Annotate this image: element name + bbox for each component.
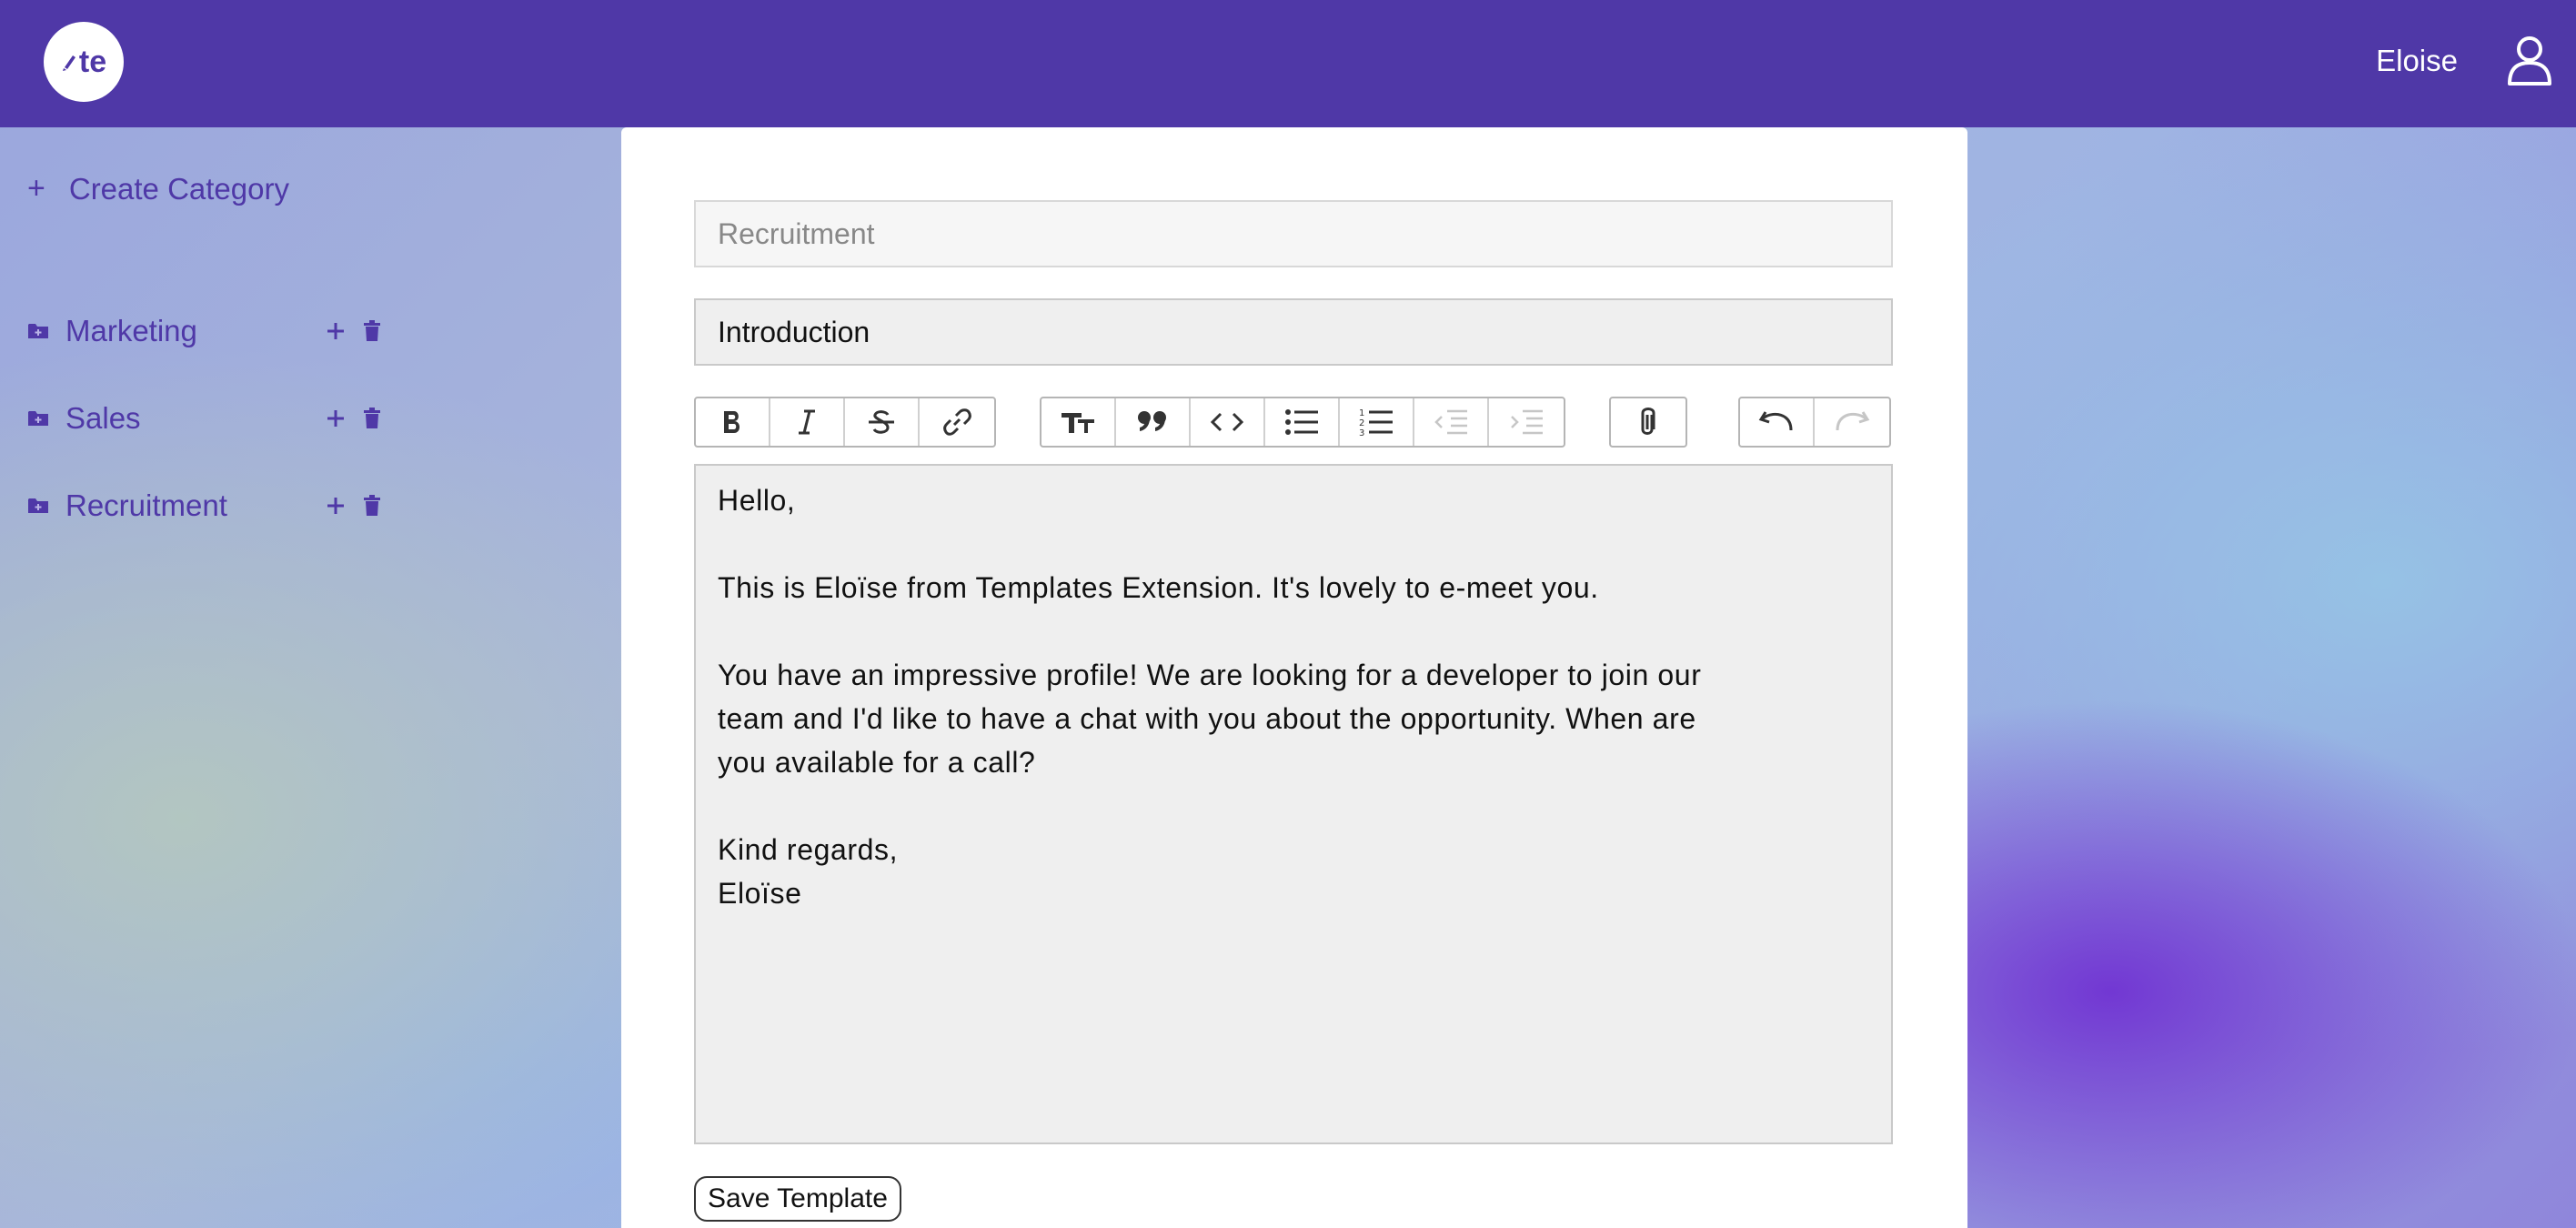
increase-indent-icon[interactable]: [1489, 398, 1564, 446]
sidebar-item-label[interactable]: Recruitment: [65, 488, 309, 523]
template-title-input[interactable]: Introduction: [694, 298, 1893, 366]
trash-icon[interactable]: [362, 319, 382, 343]
folder-plus-icon: [28, 411, 48, 426]
sidebar-item-label[interactable]: Marketing: [65, 314, 309, 348]
attach-group: [1609, 397, 1687, 448]
folder-plus-icon: [28, 324, 48, 338]
plus-icon: +: [27, 171, 45, 206]
body-line: you available for a call?: [718, 746, 1036, 779]
strikethrough-icon[interactable]: [845, 398, 920, 446]
history-group: [1738, 397, 1891, 448]
body-line: Kind regards,: [718, 833, 899, 866]
template-editor-card: Recruitment Introduction 1 2 3 Hello, Th…: [621, 127, 1967, 1228]
italic-icon[interactable]: [770, 398, 845, 446]
bullet-list-icon[interactable]: [1265, 398, 1340, 446]
user-name[interactable]: Eloise: [2376, 44, 2458, 78]
create-category-button[interactable]: + Create Category: [27, 171, 289, 206]
svg-text:2: 2: [1359, 418, 1364, 428]
decrease-indent-icon[interactable]: [1414, 398, 1489, 446]
sidebar-item-sales: Sales: [27, 396, 382, 441]
app-logo[interactable]: te: [44, 22, 124, 102]
svg-text:1: 1: [1359, 408, 1364, 418]
logo-text: te: [78, 44, 107, 79]
save-template-button[interactable]: Save Template: [694, 1176, 901, 1222]
body-line: This is Eloïse from Templates Extension.…: [718, 571, 1599, 604]
create-category-label: Create Category: [68, 171, 289, 206]
body-line: You have an impressive profile! We are l…: [718, 659, 1702, 691]
template-body-editor[interactable]: Hello, This is Eloïse from Templates Ext…: [694, 464, 1893, 1144]
top-bar: te Eloise: [0, 0, 2576, 127]
body-line: Eloïse: [718, 877, 802, 910]
sidebar-item-recruitment: Recruitment: [27, 483, 382, 528]
heading-icon[interactable]: [1041, 398, 1116, 446]
pencil-icon: [62, 55, 75, 71]
trash-icon[interactable]: [362, 494, 382, 518]
format-group: [694, 397, 996, 448]
sidebar-item-label[interactable]: Sales: [65, 401, 309, 436]
add-template-icon[interactable]: [326, 494, 346, 518]
add-template-icon[interactable]: [326, 319, 346, 343]
category-field[interactable]: Recruitment: [694, 200, 1893, 267]
user-icon[interactable]: [2507, 35, 2552, 89]
redo-icon[interactable]: [1815, 398, 1889, 446]
sidebar-item-marketing: Marketing: [27, 308, 382, 354]
body-line: team and I'd like to have a chat with yo…: [718, 702, 1696, 735]
bold-icon[interactable]: [696, 398, 770, 446]
svg-text:3: 3: [1359, 428, 1364, 438]
body-line: Hello,: [718, 484, 796, 517]
quote-icon[interactable]: [1116, 398, 1191, 446]
link-icon[interactable]: [920, 398, 994, 446]
numbered-list-icon[interactable]: 123: [1340, 398, 1414, 446]
block-group: 123: [1040, 397, 1565, 448]
add-template-icon[interactable]: [326, 407, 346, 430]
attach-icon[interactable]: [1611, 398, 1685, 446]
code-icon[interactable]: [1191, 398, 1265, 446]
trash-icon[interactable]: [362, 407, 382, 430]
folder-plus-icon: [28, 498, 48, 513]
undo-icon[interactable]: [1740, 398, 1815, 446]
